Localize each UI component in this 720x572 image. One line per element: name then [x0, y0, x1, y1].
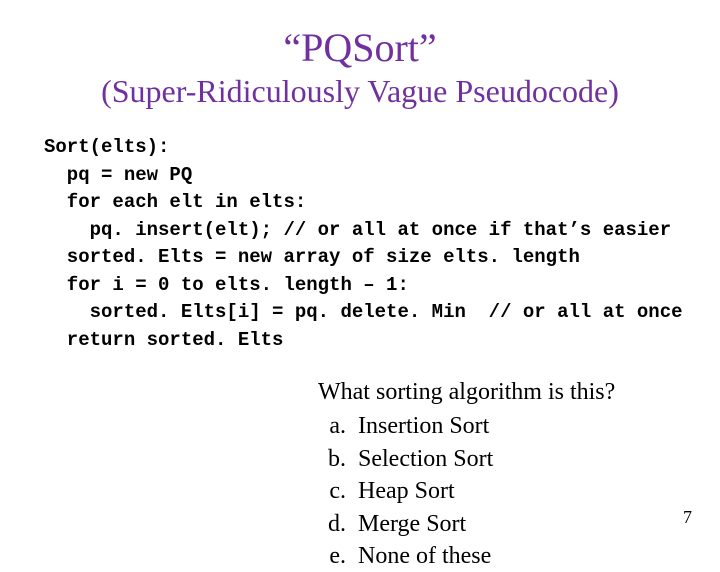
- code-line: pq = new PQ: [44, 164, 192, 186]
- option-letter: c.: [318, 475, 358, 507]
- option-e: e. None of these: [318, 540, 615, 572]
- code-line: Sort(elts):: [44, 136, 169, 158]
- option-a: a. Insertion Sort: [318, 410, 615, 442]
- code-line: for i = 0 to elts. length – 1:: [44, 274, 409, 296]
- option-text: Selection Sort: [358, 443, 493, 475]
- pseudocode-block: Sort(elts): pq = new PQ for each elt in …: [44, 134, 720, 354]
- page-number: 7: [683, 507, 692, 528]
- code-line: sorted. Elts[i] = pq. delete. Min // or …: [44, 301, 683, 323]
- code-line: return sorted. Elts: [44, 329, 283, 351]
- code-line: pq. insert(elt); // or all at once if th…: [44, 219, 671, 241]
- slide-title: “PQSort”: [0, 24, 720, 71]
- option-text: Merge Sort: [358, 508, 466, 540]
- option-c: c. Heap Sort: [318, 475, 615, 507]
- option-d: d. Merge Sort: [318, 508, 615, 540]
- option-letter: d.: [318, 508, 358, 540]
- question-block: What sorting algorithm is this? a. Inser…: [318, 376, 615, 572]
- code-line: for each elt in elts:: [44, 191, 306, 213]
- code-line: sorted. Elts = new array of size elts. l…: [44, 246, 580, 268]
- option-letter: e.: [318, 540, 358, 572]
- slide-subtitle: (Super-Ridiculously Vague Pseudocode): [0, 73, 720, 110]
- option-text: Insertion Sort: [358, 410, 489, 442]
- option-b: b. Selection Sort: [318, 443, 615, 475]
- option-text: Heap Sort: [358, 475, 455, 507]
- option-letter: b.: [318, 443, 358, 475]
- option-text: None of these: [358, 540, 491, 572]
- options-list: a. Insertion Sort b. Selection Sort c. H…: [318, 410, 615, 572]
- option-letter: a.: [318, 410, 358, 442]
- question-text: What sorting algorithm is this?: [318, 376, 615, 408]
